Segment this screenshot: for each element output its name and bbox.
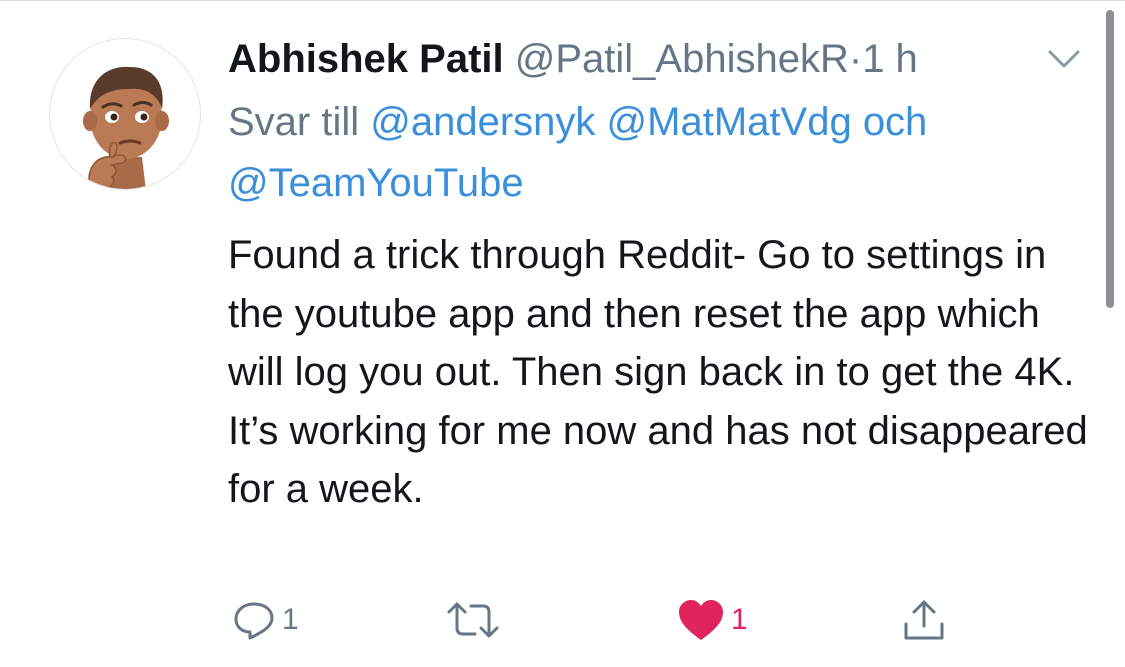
reply-context: Svar till @andersnyk @MatMatVdg och @Tea… (228, 92, 1088, 214)
tweet-menu-button[interactable] (1044, 44, 1084, 74)
heart-icon (679, 600, 723, 640)
tweet-body: Found a trick through Reddit- Go to sett… (228, 233, 1088, 511)
mention-link[interactable]: @andersnyk (370, 100, 595, 144)
reply-bubble-icon (234, 602, 274, 640)
mention-link[interactable]: @MatMatVdg (607, 100, 852, 144)
reply-prefix: Svar till (228, 100, 360, 144)
mention-conjunction: och (862, 100, 928, 144)
tweet-header: Abhishek Patil @Patil_AbhishekR·1 h (228, 34, 1088, 84)
like-button[interactable]: 1 (677, 598, 748, 642)
mention-link[interactable]: @TeamYouTube (228, 161, 524, 205)
scrollbar[interactable] (1106, 10, 1114, 308)
share-button[interactable] (902, 598, 946, 642)
reply-button[interactable]: 1 (232, 598, 299, 642)
like-count: 1 (731, 603, 748, 636)
author-name[interactable]: Abhishek Patil (228, 37, 504, 81)
top-divider (0, 0, 1125, 1)
share-icon (904, 600, 944, 640)
retweet-icon (447, 602, 499, 638)
thinking-face-avatar-icon (83, 66, 169, 189)
reply-count: 1 (282, 603, 299, 636)
separator-dot: · (848, 37, 863, 81)
author-handle[interactable]: @Patil_AbhishekR (515, 37, 849, 81)
chevron-down-icon (1048, 50, 1080, 68)
retweet-button[interactable] (445, 598, 507, 642)
author-avatar[interactable] (49, 38, 201, 190)
tweet-time[interactable]: 1 h (862, 37, 918, 81)
